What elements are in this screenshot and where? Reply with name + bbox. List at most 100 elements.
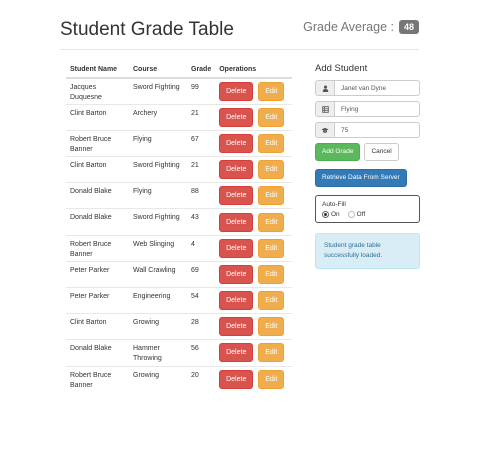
table-row: Robert Bruce Banner Growing 20 Delete Edit [66,365,292,393]
student-name-cell: Robert Bruce Banner [66,365,129,393]
edit-button[interactable]: Edit [258,186,285,206]
grade-cell: 4 [187,234,216,262]
grade-cell: 43 [187,208,216,236]
edit-button[interactable]: Edit [258,160,285,180]
course-cell: Sword Fighting [129,77,187,105]
list-icon [315,101,334,117]
grade-input[interactable] [334,122,420,138]
course-cell: Web Slinging [129,234,187,262]
student-name-cell: Jacques Duquesne [66,77,129,105]
autofill-options: On Off [322,211,413,218]
student-name-cell: Peter Parker [66,260,129,288]
autofill-off-label: Off [356,211,366,219]
course-cell: Archery [129,103,187,131]
table-row: Robert Bruce Banner Web Slinging 4 Delete Ed… [66,234,292,262]
edit-button[interactable]: Edit [258,107,285,127]
table-row: Clint Barton Sword Fighting 21 Delete Edit [66,156,292,183]
add-grade-button[interactable]: Add Grade [315,143,361,161]
grade-average-badge: 48 [398,20,419,34]
grade-table-body: Jacques Duquesne Sword Fighting 99 Delete Ed… [66,77,292,393]
student-name-group [315,80,420,96]
page-title: Student Grade Table [60,19,234,40]
grade-cell: 69 [187,260,216,288]
table-header-row: Student Name Course Grade Operations [66,62,292,79]
course-cell: Wall Crawling [129,260,187,288]
radio-off-icon[interactable] [347,211,355,218]
course-cell: Growing [129,313,187,340]
autofill-on-label: On [331,211,340,219]
retrieve-data-button[interactable]: Retrieve Data From Server [315,169,407,187]
status-alert: Student grade table successfully loaded. [315,233,420,269]
table-row: Donald Blake Sword Fighting 43 Delete Edit [66,208,292,236]
edit-button[interactable]: Edit [258,212,285,232]
course-cell: Growing [129,365,187,393]
column-header-operations: Operations [215,62,292,79]
operations-cell: Delete Edit [215,156,292,183]
course-input[interactable] [334,101,420,117]
delete-button[interactable]: Delete [219,133,254,153]
course-cell: Engineering [129,286,187,314]
grade-average: Grade Average : 48 [303,20,419,34]
column-header-grade: Grade [187,62,216,79]
delete-button[interactable]: Delete [219,107,254,127]
delete-button[interactable]: Delete [219,81,254,101]
student-name-cell: Clint Barton [66,103,129,131]
student-name-cell: Robert Bruce Banner [66,234,129,262]
autofill-on-option[interactable]: On [322,211,340,218]
delete-button[interactable]: Delete [219,212,254,232]
add-student-title: Add Student [315,63,368,74]
edit-button[interactable]: Edit [258,291,285,311]
delete-button[interactable]: Delete [219,186,254,206]
edit-button[interactable]: Edit [258,133,285,153]
edit-button[interactable]: Edit [258,369,285,389]
user-icon [315,80,334,96]
table-row: Peter Parker Engineering 54 Delete Edit [66,286,292,314]
grade-group [315,122,420,138]
student-name-input[interactable] [334,80,420,96]
operations-cell: Delete Edit [215,365,292,393]
course-group [315,101,420,117]
edit-button[interactable]: Edit [258,317,285,337]
delete-button[interactable]: Delete [219,291,254,311]
delete-button[interactable]: Delete [219,160,254,180]
edit-button[interactable]: Edit [258,343,285,363]
grade-cell: 54 [187,286,216,314]
operations-cell: Delete Edit [215,103,292,131]
cancel-button[interactable]: Cancel [364,143,399,161]
student-name-cell: Clint Barton [66,313,129,340]
delete-button[interactable]: Delete [219,238,254,258]
edit-button[interactable]: Edit [258,81,285,101]
table-row: Donald Blake Flying 88 Delete Edit [66,182,292,209]
course-cell: Hammer Throwing [129,339,187,367]
graduation-cap-icon [315,122,334,138]
grade-cell: 56 [187,339,216,367]
edit-button[interactable]: Edit [258,238,285,258]
student-name-cell: Donald Blake [66,208,129,236]
grade-average-label: Grade Average : [303,20,394,34]
header-divider [60,49,419,50]
operations-cell: Delete Edit [215,313,292,340]
delete-button[interactable]: Delete [219,264,254,284]
operations-cell: Delete Edit [215,260,292,288]
student-name-cell: Robert Bruce Banner [66,129,129,157]
grade-cell: 67 [187,129,216,157]
operations-cell: Delete Edit [215,77,292,105]
student-name-cell: Donald Blake [66,339,129,367]
operations-cell: Delete Edit [215,208,292,236]
operations-cell: Delete Edit [215,286,292,314]
course-cell: Flying [129,182,187,209]
radio-on-icon[interactable] [322,211,329,218]
delete-button[interactable]: Delete [219,369,254,389]
operations-cell: Delete Edit [215,339,292,367]
edit-button[interactable]: Edit [258,264,285,284]
delete-button[interactable]: Delete [219,317,254,337]
grade-cell: 88 [187,182,216,209]
autofill-off-option[interactable]: Off [347,211,366,219]
delete-button[interactable]: Delete [219,343,254,363]
add-student-panel: Add Student Add Grade Cancel Retrieve Da… [315,63,420,269]
grade-cell: 28 [187,313,216,340]
course-cell: Sword Fighting [129,208,187,236]
operations-cell: Delete Edit [215,234,292,262]
column-header-course: Course [129,62,187,79]
table-row: Peter Parker Wall Crawling 69 Delete Edit [66,260,292,288]
